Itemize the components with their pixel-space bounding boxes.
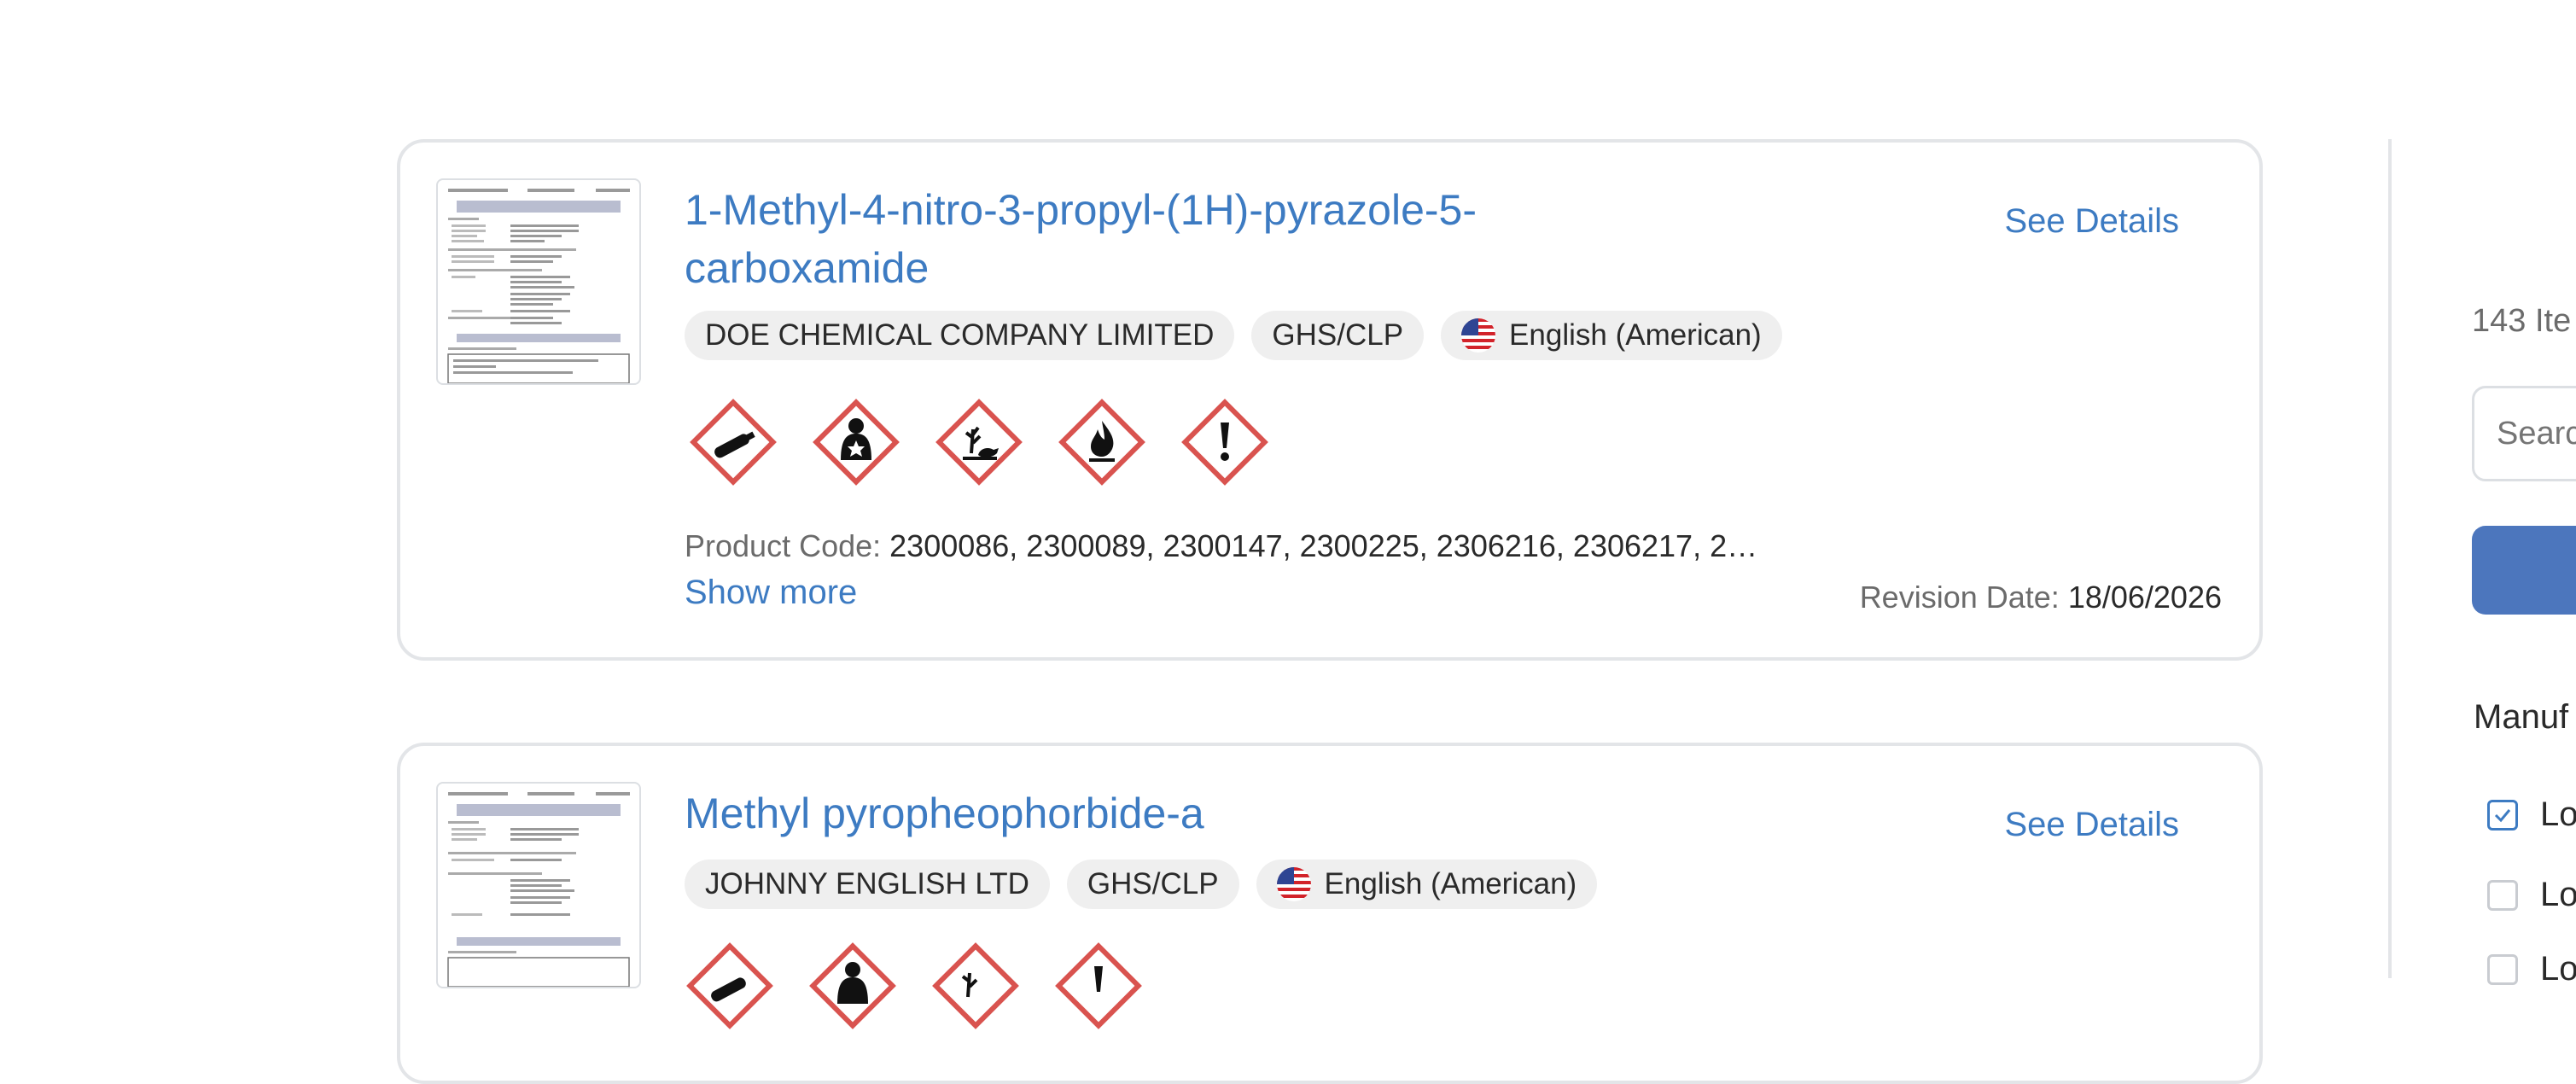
regulation-chip: GHS/CLP xyxy=(1251,311,1425,360)
language-label: English (American) xyxy=(1324,867,1577,900)
filter-option-label: Lo xyxy=(2540,796,2576,833)
sds-document-thumbnail[interactable] xyxy=(436,178,641,385)
filter-option[interactable]: Lo xyxy=(2487,876,2576,914)
product-code-value: 2300086, 2300089, 2300147, 2300225, 2306… xyxy=(889,528,1758,563)
us-flag-icon xyxy=(1276,867,1311,901)
checkbox[interactable] xyxy=(2487,879,2518,911)
environment-icon xyxy=(935,399,1023,486)
gas-cylinder-icon xyxy=(686,942,773,1029)
filter-option[interactable]: Lo xyxy=(2487,950,2576,988)
product-code-label: Product Code: xyxy=(685,528,882,563)
manufacturer-chip: JOHNNY ENGLISH LTD xyxy=(685,860,1050,909)
regulation-chip: GHS/CLP xyxy=(1066,860,1239,909)
checkmark-icon xyxy=(2494,808,2511,822)
product-code: Product Code: 2300086, 2300089, 2300147,… xyxy=(685,528,1757,564)
hazard-pictograms xyxy=(685,393,1273,491)
language-chip: English (American) xyxy=(1256,860,1598,909)
product-title[interactable]: 1-Methyl-4-nitro-3-propyl-(1H)-pyrazole-… xyxy=(685,181,1623,297)
items-count: 143 Ite xyxy=(2472,303,2572,339)
language-label: English (American) xyxy=(1509,318,1762,352)
language-chip: English (American) xyxy=(1441,311,1782,360)
result-card: 1-Methyl-4-nitro-3-propyl-(1H)-pyrazole-… xyxy=(397,139,2263,661)
checkbox-checked[interactable] xyxy=(2487,799,2518,830)
see-details-link[interactable]: See Details xyxy=(2004,806,2179,844)
sds-document-thumbnail[interactable] xyxy=(436,782,641,988)
exclamation-icon xyxy=(1055,942,1142,1029)
sidebar-divider xyxy=(2388,139,2392,978)
environment-icon xyxy=(932,942,1019,1029)
product-title[interactable]: Methyl pyropheophorbide-a xyxy=(685,784,1623,842)
filter-heading: Manuf xyxy=(2474,698,2569,736)
filter-option-label: Lo xyxy=(2540,876,2576,913)
revision-date-label: Revision Date: xyxy=(1859,580,2060,615)
search-input[interactable] xyxy=(2472,386,2576,481)
health-hazard-icon xyxy=(809,942,896,1029)
revision-date: Revision Date: 18/06/2026 xyxy=(1860,580,2222,615)
result-card: Methyl pyropheophorbide-a See Details JO… xyxy=(397,743,2263,1084)
hazard-pictograms xyxy=(681,937,1147,1034)
filter-option[interactable]: Lo xyxy=(2487,796,2576,834)
filter-option-label: Lo xyxy=(2540,950,2576,988)
exclamation-icon xyxy=(1181,399,1268,486)
checkbox[interactable] xyxy=(2487,953,2518,985)
search-button[interactable] xyxy=(2472,526,2576,615)
us-flag-icon xyxy=(1461,318,1496,353)
revision-date-value: 18/06/2026 xyxy=(2067,580,2222,615)
manufacturer-chip: DOE CHEMICAL COMPANY LIMITED xyxy=(685,311,1235,360)
see-details-link[interactable]: See Details xyxy=(2004,202,2179,241)
health-hazard-icon xyxy=(813,399,900,486)
flame-icon xyxy=(1058,399,1145,486)
tag-list: DOE CHEMICAL COMPANY LIMITED GHS/CLP Eng… xyxy=(685,311,1782,360)
tag-list: JOHNNY ENGLISH LTD GHS/CLP English (Amer… xyxy=(685,860,1598,909)
gas-cylinder-icon xyxy=(690,399,777,486)
show-more-link[interactable]: Show more xyxy=(685,574,857,612)
